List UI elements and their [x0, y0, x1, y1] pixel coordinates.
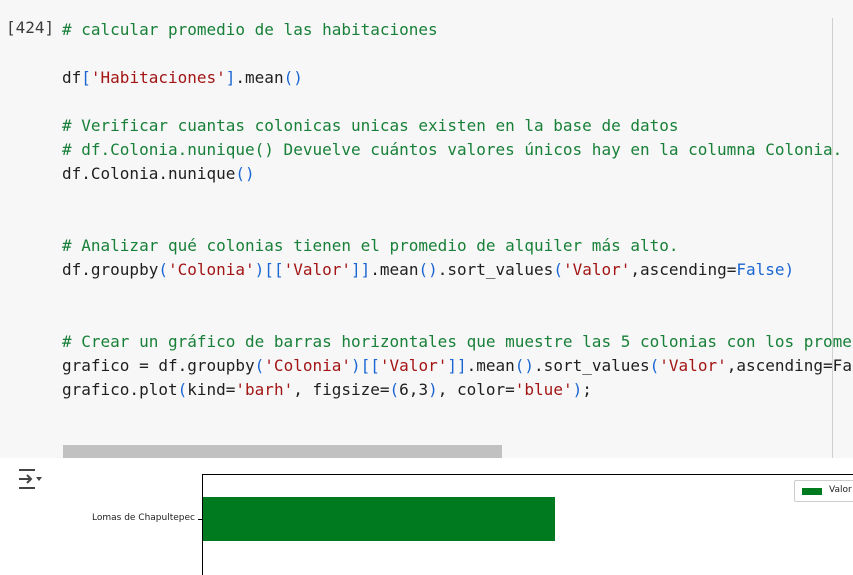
code-line: # df.Colonia.nunique() Devuelve cuántos … — [62, 140, 843, 159]
code-line: grafico.plot(kind='barh', figsize=(6,3),… — [62, 380, 592, 399]
legend-swatch — [802, 488, 822, 495]
code-line: # Verificar cuantas colonicas unicas exi… — [62, 116, 679, 135]
code-line: df.groupby('Colonia')[['Valor']].mean().… — [62, 260, 795, 279]
y-tick — [198, 519, 203, 520]
code-line: df['Habitaciones'].mean() — [62, 68, 303, 87]
code-cell[interactable]: [424] # calcular promedio de las habitac… — [0, 0, 853, 458]
horizontal-scrollbar[interactable] — [63, 445, 502, 458]
code-line: # Crear un gráfico de barras horizontale… — [62, 332, 852, 351]
vertical-divider — [832, 18, 833, 458]
code-line: # Analizar qué colonias tienen el promed… — [62, 236, 679, 255]
output-toggle-icon[interactable] — [16, 466, 44, 492]
code-line: # calcular promedio de las habitaciones — [62, 20, 438, 39]
code-line: df.Colonia.nunique() — [62, 164, 255, 183]
y-tick-label: Lomas de Chapultepec — [92, 513, 195, 523]
code-editor[interactable]: # calcular promedio de las habitaciones … — [62, 18, 852, 402]
bar-chart: Lomas de Chapultepec Valor — [92, 474, 853, 575]
chart-bar — [203, 497, 555, 541]
execution-count: [424] — [6, 18, 55, 37]
code-line: grafico = df.groupby('Colonia')[['Valor'… — [62, 356, 852, 375]
legend-label: Valor — [829, 485, 852, 495]
chart-legend: Valor — [794, 480, 853, 502]
chart-axes: Lomas de Chapultepec — [92, 474, 853, 575]
